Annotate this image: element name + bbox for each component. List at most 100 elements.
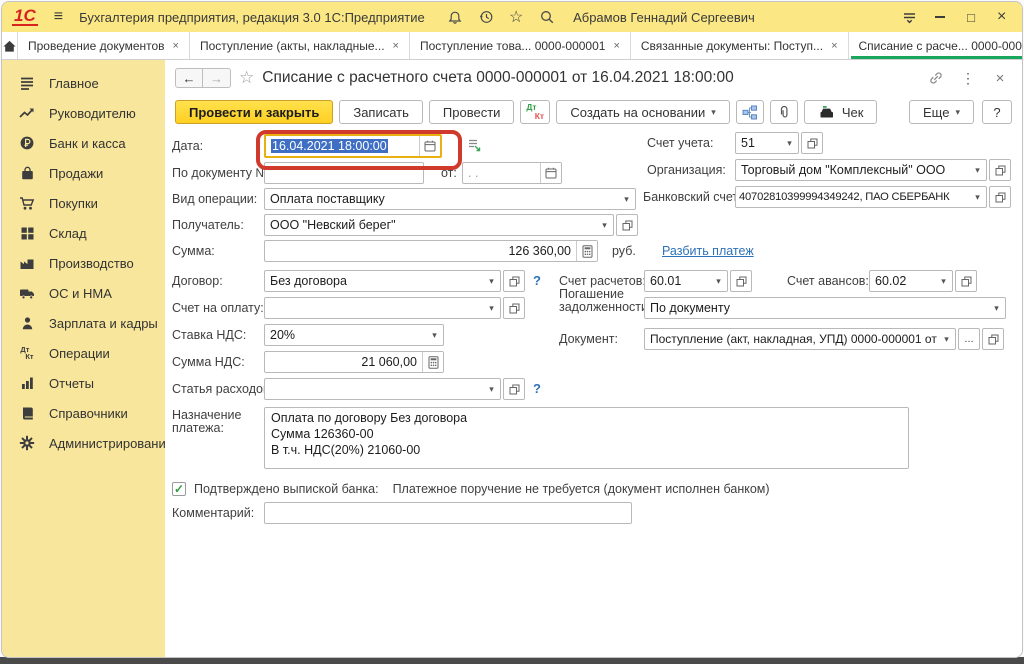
maximize-button[interactable]: □ [961,6,982,28]
open-contract-button[interactable] [503,270,525,292]
sidebar-item-reports[interactable]: Отчеты [2,368,165,398]
dropdown-arrow-icon[interactable]: ▾ [596,220,613,231]
split-payment-link[interactable]: Разбить платеж [662,244,754,258]
calendar-picker-button[interactable] [419,136,440,156]
bank-account-field[interactable]: 40702810399994349242, ПАО СБЕРБАНК ▾ [735,186,987,208]
dropdown-arrow-icon[interactable]: ▾ [969,192,986,203]
contract-field[interactable]: Без договора ▾ [264,270,501,292]
open-advance-account-button[interactable] [955,270,977,292]
forward-button[interactable]: → [203,68,231,88]
sidebar-item-manager[interactable]: Руководителю [2,98,165,128]
date-field[interactable]: 16.04.2021 18:00:00 [264,134,442,158]
open-organization-button[interactable] [989,159,1011,181]
expense-item-field[interactable]: ▾ [264,378,501,400]
sidebar-item-administration[interactable]: Администрирование [2,428,165,458]
service-settings-button[interactable] [900,6,921,28]
document-close-button[interactable]: × [988,67,1012,89]
settlement-account-field[interactable]: 60.01 ▾ [644,270,728,292]
by-document-date-field[interactable]: . . [462,162,562,184]
enter-based-on-icon[interactable] [467,138,482,153]
open-settlement-account-button[interactable] [730,270,752,292]
more-actions-icon[interactable]: ⋮ [956,67,980,89]
home-tab-button[interactable] [2,32,18,59]
related-structure-button[interactable] [736,100,764,124]
dropdown-arrow-icon[interactable]: ▾ [781,138,798,149]
sidebar-item-main[interactable]: Главное [2,68,165,98]
sidebar-item-fixed-assets[interactable]: ОС и НМА [2,278,165,308]
sidebar-item-purchases[interactable]: Покупки [2,188,165,218]
operation-kind-field[interactable]: Оплата поставщику ▾ [264,188,636,210]
account-field[interactable]: 51 ▾ [735,132,799,154]
dropdown-arrow-icon[interactable]: ▾ [969,165,986,176]
post-button[interactable]: Провести [429,100,515,124]
organization-field[interactable]: Торговый дом "Комплексный" ООО ▾ [735,159,987,181]
sidebar-item-directories[interactable]: Справочники [2,398,165,428]
main-menu-icon[interactable]: ≡ [48,8,69,26]
get-link-button[interactable] [924,67,948,89]
help-button[interactable]: ? [982,100,1012,124]
dropdown-arrow-icon[interactable]: ▾ [483,303,500,314]
sidebar-item-operations[interactable]: ДтКт Операции [2,338,165,368]
dropdown-arrow-icon[interactable]: ▾ [938,334,955,345]
debt-repayment-field[interactable]: По документу ▾ [644,297,1006,319]
dropdown-arrow-icon[interactable]: ▾ [710,276,727,287]
sidebar-item-sales[interactable]: Продажи [2,158,165,188]
create-based-on-button[interactable]: Создать на основании ▾ [556,100,729,124]
window-close-button[interactable]: × [991,6,1012,28]
dropdown-arrow-icon[interactable]: ▾ [618,194,635,205]
sidebar-item-warehouse[interactable]: Склад [2,218,165,248]
tab-related-documents[interactable]: Связанные документы: Поступ... × [631,32,849,59]
history-button[interactable] [475,6,496,28]
open-payee-button[interactable] [616,214,638,236]
advance-account-field[interactable]: 60.02 ▾ [869,270,953,292]
open-expense-item-button[interactable] [503,378,525,400]
calculator-button[interactable] [422,352,443,372]
dropdown-arrow-icon[interactable]: ▾ [426,330,443,341]
open-invoice-button[interactable] [503,297,525,319]
tab-close-icon[interactable]: × [393,40,399,52]
tab-receipts-list[interactable]: Поступление (акты, накладные... × [190,32,410,59]
tab-receipt-document[interactable]: Поступление това... 0000-000001 × [410,32,631,59]
tab-document-posting[interactable]: Проведение документов × [18,32,190,59]
calculator-button[interactable] [576,241,597,261]
sidebar-item-bank-cash[interactable]: Банк и касса [2,128,165,158]
open-bank-account-button[interactable] [989,186,1011,208]
tab-close-icon[interactable]: × [173,40,179,52]
attachments-button[interactable] [770,100,798,124]
base-document-field[interactable]: Поступление (акт, накладная, УПД) 0000-0… [644,328,956,350]
show-postings-button[interactable]: Дт Кт [520,100,550,124]
search-button[interactable] [536,6,557,28]
sidebar-item-salary-hr[interactable]: Зарплата и кадры [2,308,165,338]
favorites-button[interactable]: ☆ [506,6,527,28]
back-button[interactable]: ← [175,68,203,88]
vat-rate-field[interactable]: 20% ▾ [264,324,444,346]
open-account-button[interactable] [801,132,823,154]
choose-document-button[interactable]: ... [958,328,980,350]
check-receipt-button[interactable]: Чек [804,100,878,124]
contract-help-icon[interactable]: ? [533,273,541,288]
payee-field[interactable]: ООО "Невский берег" ▾ [264,214,614,236]
save-button[interactable]: Записать [339,100,423,124]
dropdown-arrow-icon[interactable]: ▾ [483,276,500,287]
comment-field[interactable] [264,502,632,524]
expense-item-help-icon[interactable]: ? [533,381,541,396]
tab-bank-writeoff-active[interactable]: Списание с расче... 0000-000001 × [849,32,1024,59]
invoice-field[interactable]: ▾ [264,297,501,319]
sidebar-item-production[interactable]: Производство [2,248,165,278]
by-document-number-field[interactable] [264,162,424,184]
amount-field[interactable]: 126 360,00 [264,240,598,262]
notifications-button[interactable] [445,6,466,28]
favorite-star-icon[interactable]: ☆ [239,68,254,88]
tab-close-icon[interactable]: × [831,40,837,52]
more-button[interactable]: Еще ▾ [909,100,974,124]
tab-close-icon[interactable]: × [613,40,619,52]
dropdown-arrow-icon[interactable]: ▾ [935,276,952,287]
minimize-button[interactable] [930,6,951,28]
confirmed-checkbox[interactable]: ✓ [172,482,186,496]
dropdown-arrow-icon[interactable]: ▾ [483,384,500,395]
calendar-picker-button[interactable] [540,163,561,183]
post-and-close-button[interactable]: Провести и закрыть [175,100,333,124]
payment-purpose-textarea[interactable]: Оплата по договору Без договора Сумма 12… [264,407,909,469]
vat-amount-field[interactable]: 21 060,00 [264,351,444,373]
current-user[interactable]: Абрамов Геннадий Сергеевич [573,10,755,25]
